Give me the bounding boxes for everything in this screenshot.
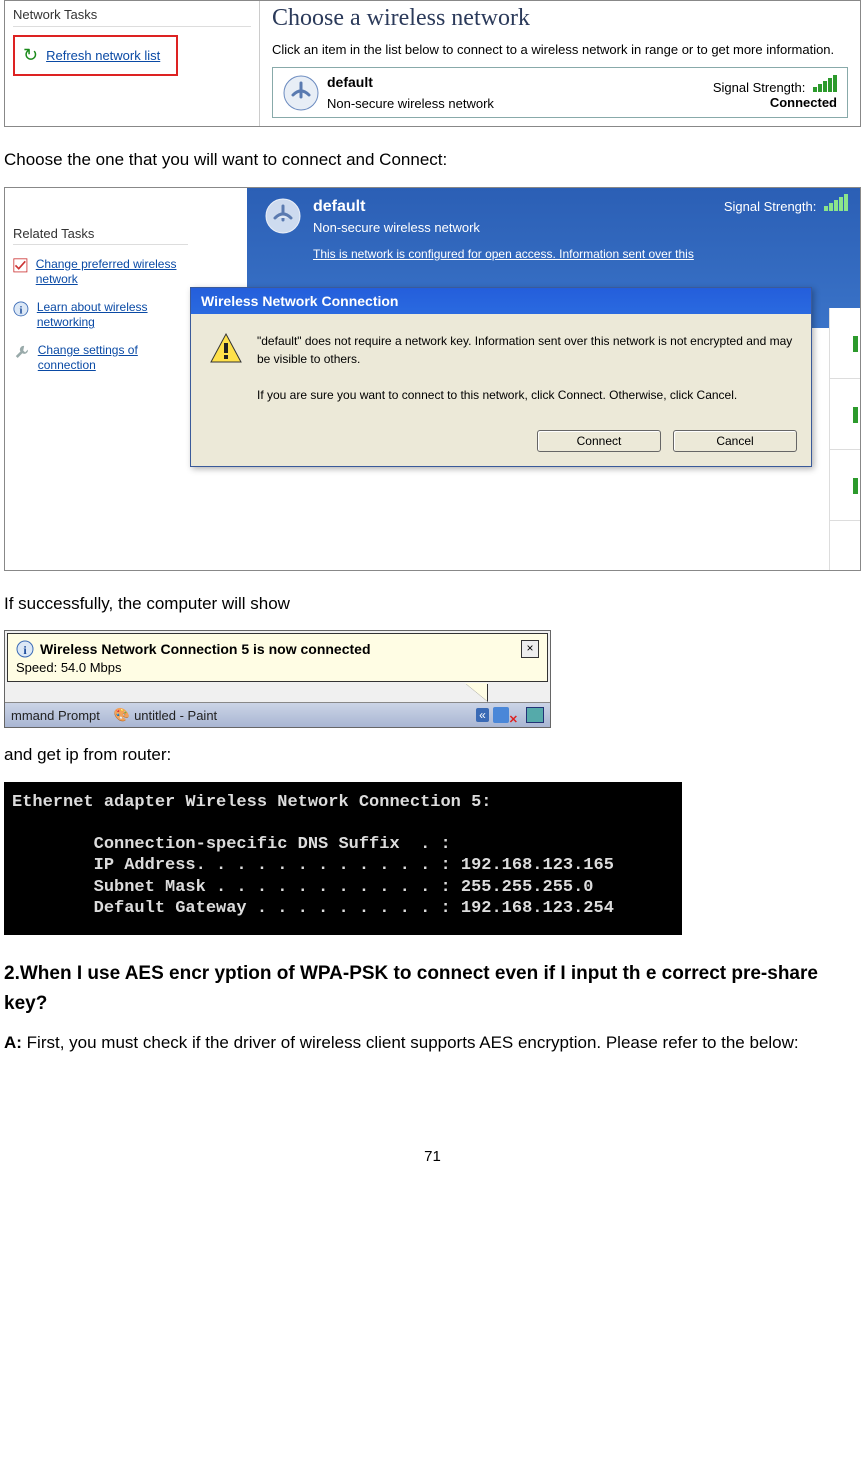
selected-network-name: default [313, 198, 694, 216]
network-desc: Non-secure wireless network [327, 96, 705, 111]
task-change-settings[interactable]: Change settings of connection [38, 343, 188, 374]
network-name: default [327, 74, 705, 90]
info-icon: i [16, 640, 34, 658]
background-list-edge [829, 308, 860, 570]
refresh-icon: ↻ [23, 45, 38, 66]
toast-speed: Speed: 54.0 Mbps [16, 660, 539, 675]
choose-network-panel: Choose a wireless network Click an item … [260, 1, 860, 126]
wifi-icon [283, 75, 319, 111]
toast-tail-icon [465, 683, 487, 701]
network-tasks-panel: Network Tasks ↻ Refresh network list [5, 1, 260, 126]
refresh-network-list-link[interactable]: Refresh network list [46, 48, 160, 63]
checklist-icon [13, 257, 28, 275]
related-tasks-panel: Related Tasks Change preferred wireless … [13, 226, 188, 387]
taskbar: mmand Prompt 🎨 untitled - Paint « ✕ [5, 702, 550, 727]
task-change-preferred[interactable]: Change preferred wireless network [36, 257, 188, 288]
signal-strength-label: Signal Strength: [713, 80, 806, 95]
taskbar-item-paint[interactable]: untitled - Paint [134, 708, 217, 723]
signal-bars-icon [813, 75, 837, 92]
refresh-network-list-box[interactable]: ↻ Refresh network list [13, 35, 178, 76]
network-list-item[interactable]: default Non-secure wireless network Sign… [272, 67, 848, 118]
connect-button[interactable]: Connect [537, 430, 661, 452]
wrench-icon [13, 343, 30, 361]
faq-answer-2: A: First, you must check if the driver o… [4, 1028, 861, 1059]
paragraph-if-successful: If successfully, the computer will show [4, 591, 861, 617]
tray-monitor-icon[interactable] [526, 707, 544, 723]
svg-text:i: i [19, 305, 22, 316]
paragraph-choose-connect: Choose the one that you will want to con… [4, 147, 861, 173]
toast-title: Wireless Network Connection 5 is now con… [40, 641, 371, 657]
taskbar-item-cmd[interactable]: mmand Prompt [11, 708, 100, 723]
signal-bars-icon [824, 194, 848, 211]
toast-close-button[interactable]: × [521, 640, 539, 658]
connect-confirm-dialog: Wireless Network Connection "default" do… [190, 287, 812, 467]
faq-question-2: 2.When I use AES encr yption of WPA-PSK … [4, 959, 861, 1020]
selected-network-desc: Non-secure wireless network [313, 220, 694, 235]
dialog-title: Wireless Network Connection [191, 288, 811, 314]
network-tasks-header: Network Tasks [13, 7, 251, 27]
selected-signal-label: Signal Strength: [724, 199, 817, 214]
connection-status: Connected [713, 95, 837, 110]
related-tasks-header: Related Tasks [13, 226, 188, 245]
dialog-message-2: If you are sure you want to connect to t… [257, 386, 793, 404]
terminal-output: Ethernet adapter Wireless Network Connec… [4, 782, 682, 936]
choose-network-instruction: Click an item in the list below to conne… [272, 42, 848, 57]
choose-network-title: Choose a wireless network [272, 5, 848, 32]
screenshot-connected-toast: i Wireless Network Connection 5 is now c… [4, 630, 551, 728]
wifi-icon [265, 198, 301, 234]
tray-expand-icon[interactable]: « [476, 708, 489, 722]
tray-network-icon[interactable] [493, 707, 509, 723]
cancel-button[interactable]: Cancel [673, 430, 797, 452]
warning-icon [209, 332, 243, 366]
tray-error-icon: ✕ [509, 713, 518, 726]
dialog-message-1: "default" does not require a network key… [257, 332, 793, 368]
paint-icon: 🎨 [114, 707, 130, 723]
info-icon: i [13, 300, 29, 318]
page-number: 71 [4, 1148, 861, 1173]
screenshot-connect-dialog: Related Tasks Change preferred wireless … [4, 187, 861, 571]
system-tray: « ✕ [476, 707, 544, 723]
screenshot-choose-network: Network Tasks ↻ Refresh network list Cho… [4, 0, 861, 127]
selected-network-note: This is network is configured for open a… [313, 247, 694, 261]
connection-toast: i Wireless Network Connection 5 is now c… [7, 633, 548, 682]
paragraph-get-ip: and get ip from router: [4, 742, 861, 768]
task-learn-about[interactable]: Learn about wireless networking [37, 300, 188, 331]
